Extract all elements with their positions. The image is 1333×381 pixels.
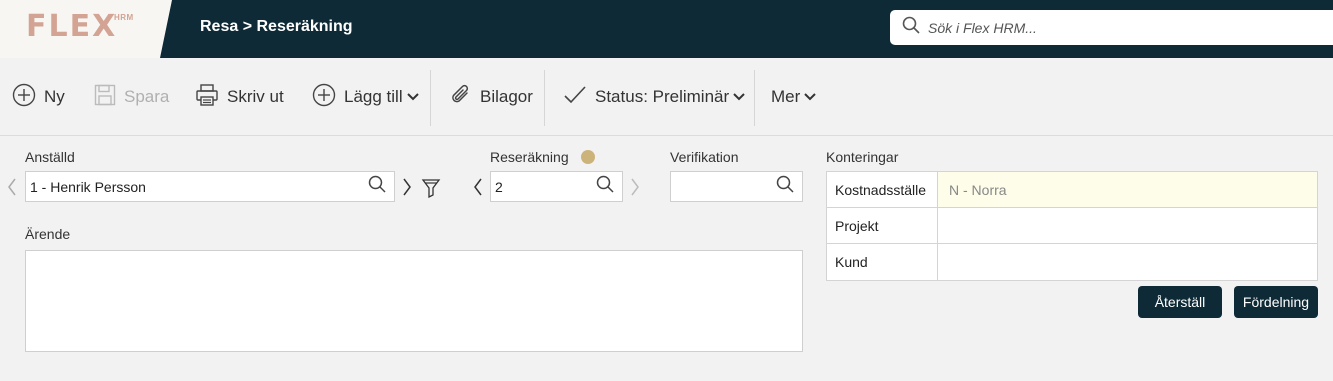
plus-circle-icon — [12, 83, 44, 112]
reset-button[interactable]: Återställ — [1138, 286, 1222, 318]
table-row: Kostnadsställe N - Norra — [827, 172, 1317, 208]
project-field[interactable] — [938, 208, 1317, 243]
chevron-left-icon[interactable] — [473, 178, 483, 201]
employee-value: 1 - Henrik Persson — [30, 178, 146, 195]
accounting-table: Kostnadsställe N - Norra Projekt Kund — [826, 171, 1318, 281]
more-menu-button[interactable]: Mer — [771, 82, 824, 112]
employee-label: Anställd — [25, 149, 75, 165]
attachments-label: Bilagor — [480, 87, 533, 106]
paperclip-icon — [450, 83, 480, 112]
chevron-down-icon — [406, 87, 427, 107]
distribution-button[interactable]: Fördelning — [1234, 286, 1318, 318]
expense-report-value: 2 — [495, 178, 503, 195]
chevron-left-icon[interactable] — [7, 178, 17, 201]
toolbar: Ny Spara Skriv ut Lägg till Bilagor Stat… — [0, 58, 1333, 136]
row-label: Projekt — [827, 208, 938, 243]
save-label: Spara — [124, 87, 170, 106]
add-label: Lägg till — [344, 87, 403, 106]
toolbar-divider — [544, 70, 545, 126]
status-label: Status: Preliminär — [595, 87, 730, 106]
save-button[interactable]: Spara — [94, 82, 169, 112]
row-label: Kostnadsställe — [827, 172, 938, 207]
add-menu-button[interactable]: Lägg till — [312, 82, 427, 112]
customer-field[interactable] — [938, 244, 1317, 280]
chevron-down-icon — [804, 87, 824, 107]
print-button[interactable]: Skriv ut — [195, 82, 284, 112]
toolbar-divider — [430, 70, 431, 126]
cost-center-field[interactable]: N - Norra — [938, 172, 1317, 207]
employee-field[interactable]: 1 - Henrik Persson — [25, 171, 395, 202]
status-dot — [581, 150, 595, 164]
accounting-title: Konteringar — [826, 149, 899, 165]
logo-superscript: HRM — [114, 13, 134, 22]
search-input[interactable]: Sök i Flex HRM... — [928, 20, 1037, 36]
verification-label: Verifikation — [670, 149, 739, 165]
search-icon — [902, 16, 920, 39]
logo: FLEX — [26, 9, 118, 44]
global-search[interactable]: Sök i Flex HRM... — [890, 10, 1333, 45]
table-row: Projekt — [827, 208, 1317, 244]
checkmark-icon — [563, 84, 595, 111]
status-menu-button[interactable]: Status: Preliminär — [563, 82, 753, 112]
attachments-button[interactable]: Bilagor — [450, 82, 533, 112]
chevron-down-icon — [733, 87, 753, 107]
search-icon[interactable] — [596, 175, 614, 198]
filter-icon[interactable] — [421, 178, 441, 203]
row-label: Kund — [827, 244, 938, 280]
breadcrumb: Resa > Reseräkning — [200, 18, 353, 35]
subject-label: Ärende — [25, 226, 71, 242]
subject-textarea[interactable] — [25, 250, 803, 352]
search-icon[interactable] — [368, 175, 386, 198]
new-label: Ny — [44, 87, 65, 106]
more-label: Mer — [771, 87, 801, 106]
print-label: Skriv ut — [227, 87, 284, 106]
floppy-disk-icon — [94, 84, 124, 111]
plus-circle-icon — [312, 83, 344, 112]
top-bar: FLEX HRM Resa > Reseräkning Sök i Flex H… — [0, 0, 1333, 58]
printer-icon — [195, 83, 227, 112]
logo-area[interactable]: FLEX HRM — [0, 0, 172, 58]
table-row: Kund — [827, 244, 1317, 280]
chevron-right-icon[interactable] — [630, 178, 640, 201]
toolbar-divider — [754, 70, 755, 126]
expense-report-label: Reseräkning — [490, 149, 569, 165]
new-button[interactable]: Ny — [12, 82, 65, 112]
expense-report-field[interactable]: 2 — [490, 171, 623, 202]
search-icon[interactable] — [776, 175, 794, 198]
chevron-right-icon[interactable] — [402, 178, 412, 201]
verification-field[interactable] — [670, 171, 803, 202]
